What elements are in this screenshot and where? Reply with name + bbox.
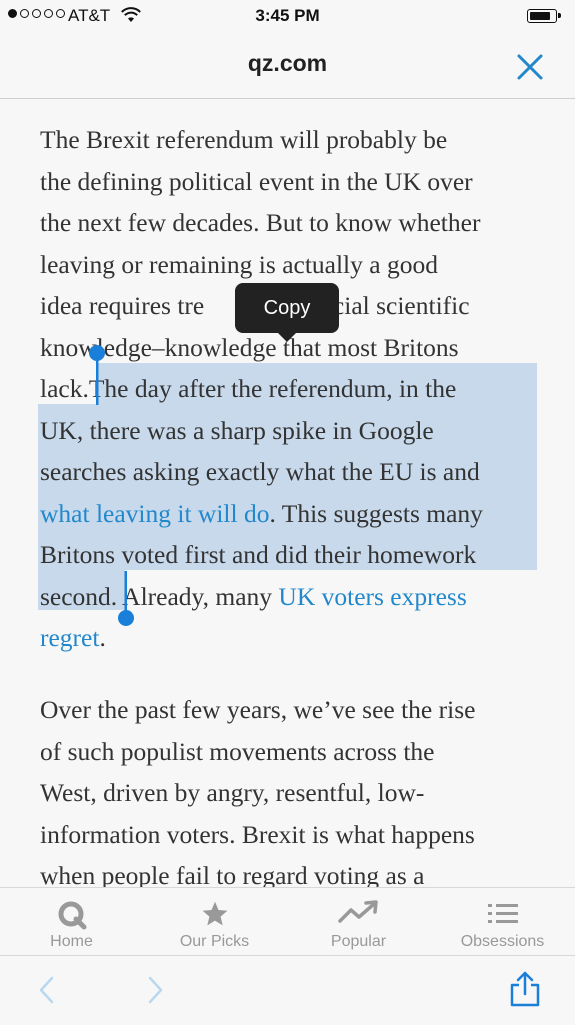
tab-bar: Home Our Picks Popular Obsessions: [0, 887, 575, 956]
share-icon[interactable]: [508, 970, 542, 1008]
article-body: The Brexit referendum will probably be t…: [0, 99, 575, 887]
article-paragraph[interactable]: The Brexit referendum will probably be t…: [40, 119, 545, 659]
trending-icon: [337, 900, 378, 923]
article-link-what-leaving[interactable]: what leaving it will do: [40, 499, 269, 528]
list-icon: [487, 904, 518, 923]
selection-end-handle[interactable]: [118, 571, 136, 629]
browser-toolbar: [0, 955, 575, 1025]
back-icon[interactable]: [36, 974, 58, 1006]
selection-start-handle[interactable]: [89, 343, 107, 405]
article-link-regret[interactable]: regret: [40, 623, 99, 652]
page-domain[interactable]: qz.com: [0, 50, 575, 77]
status-bar: AT&T 3:45 PM: [0, 0, 575, 34]
tab-home[interactable]: Home: [0, 888, 143, 956]
battery-icon: [527, 9, 561, 23]
clock: 3:45 PM: [255, 6, 320, 25]
tab-popular[interactable]: Popular: [287, 888, 430, 956]
tab-our-picks[interactable]: Our Picks: [143, 888, 286, 956]
article-link-uk-voters[interactable]: UK voters express: [278, 582, 466, 611]
close-icon[interactable]: [515, 52, 545, 82]
copy-button[interactable]: Copy: [235, 283, 339, 342]
tab-obsessions[interactable]: Obsessions: [431, 888, 574, 956]
forward-icon[interactable]: [144, 974, 166, 1006]
q-icon: [58, 901, 86, 930]
star-icon: [202, 901, 227, 926]
browser-header: qz.com: [0, 34, 575, 99]
article-paragraph[interactable]: Over the past few years, we’ve see the r…: [40, 689, 545, 887]
